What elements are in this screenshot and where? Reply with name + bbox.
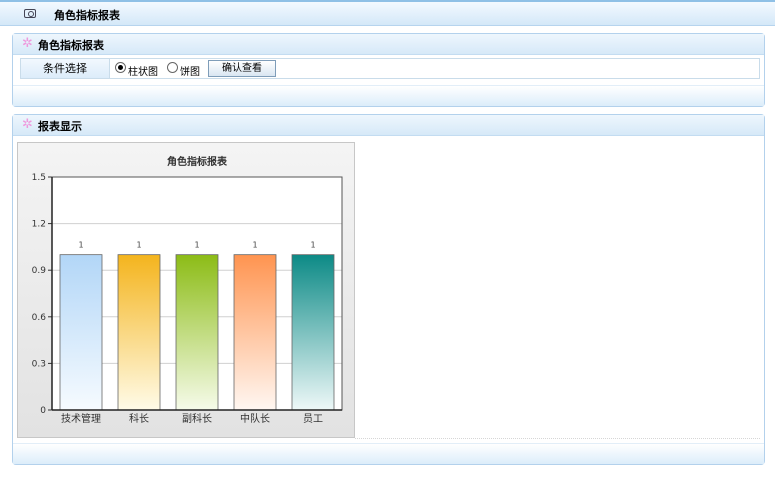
x-tick-label: 副科长	[182, 412, 212, 425]
bar	[59, 254, 103, 411]
filter-panel-footer	[13, 85, 764, 106]
bar-chart-radio[interactable]	[115, 62, 126, 73]
data-label: 1	[136, 241, 141, 250]
y-tick-label: 1.2	[32, 220, 46, 230]
page-title: 角色指标报表	[54, 9, 120, 22]
report-panel-footer	[13, 443, 764, 464]
x-tick-label: 员工	[303, 413, 323, 425]
filter-panel-title: 角色指标报表	[38, 39, 104, 52]
filter-panel-header: ✲ 角色指标报表	[13, 34, 764, 55]
star-icon: ✲	[22, 117, 33, 132]
chart-container: 角色指标报表 0 0.3 0.6 0.9 1.2 1.5 1 技术管理 1 科长 1 副科长 1 中队长 1 员…	[17, 142, 355, 438]
data-label: 1	[252, 241, 257, 250]
x-tick-label: 技术管理	[61, 412, 101, 425]
data-label: 1	[310, 241, 315, 250]
bar	[175, 254, 219, 411]
bar-chart-radio-label[interactable]: 柱状图	[128, 63, 158, 78]
confirm-view-button[interactable]: 确认查看	[208, 60, 276, 77]
y-tick-label: 0.6	[32, 313, 47, 323]
y-tick-label: 0.9	[32, 266, 47, 276]
bar	[233, 254, 277, 411]
x-tick-label: 科长	[129, 412, 149, 425]
y-tick-label: 0.3	[32, 359, 46, 369]
y-tick-label: 1.5	[32, 173, 46, 183]
report-panel-title: 报表显示	[38, 120, 82, 133]
bar	[117, 254, 161, 411]
y-tick-label: 0	[40, 406, 46, 416]
star-icon: ✲	[22, 36, 33, 51]
report-panel-header: ✲ 报表显示	[13, 115, 764, 136]
x-tick-label: 中队长	[240, 412, 270, 425]
top-title-bar: 角色指标报表	[0, 0, 775, 26]
data-label: 1	[194, 241, 199, 250]
bar-chart: 角色指标报表 0 0.3 0.6 0.9 1.2 1.5 1 技术管理 1 科长 1 副科长 1 中队长 1 员…	[32, 155, 343, 425]
report-panel: ✲ 报表显示 角色指标报表 0 0.3 0.6 0.9 1.2 1.5 1 技术管理 1 科长 1 副科…	[12, 114, 765, 465]
filter-panel: ✲ 角色指标报表 条件选择 柱状图 饼图 确认查看	[12, 33, 765, 107]
report-icon	[24, 9, 36, 18]
divider	[355, 438, 760, 439]
condition-label: 条件选择	[21, 59, 110, 78]
data-label: 1	[78, 241, 83, 250]
chart-title: 角色指标报表	[167, 155, 228, 168]
pie-chart-radio-label[interactable]: 饼图	[180, 63, 200, 78]
bar	[291, 254, 335, 411]
condition-row: 条件选择 柱状图 饼图 确认查看	[20, 58, 760, 79]
pie-chart-radio[interactable]	[167, 62, 178, 73]
